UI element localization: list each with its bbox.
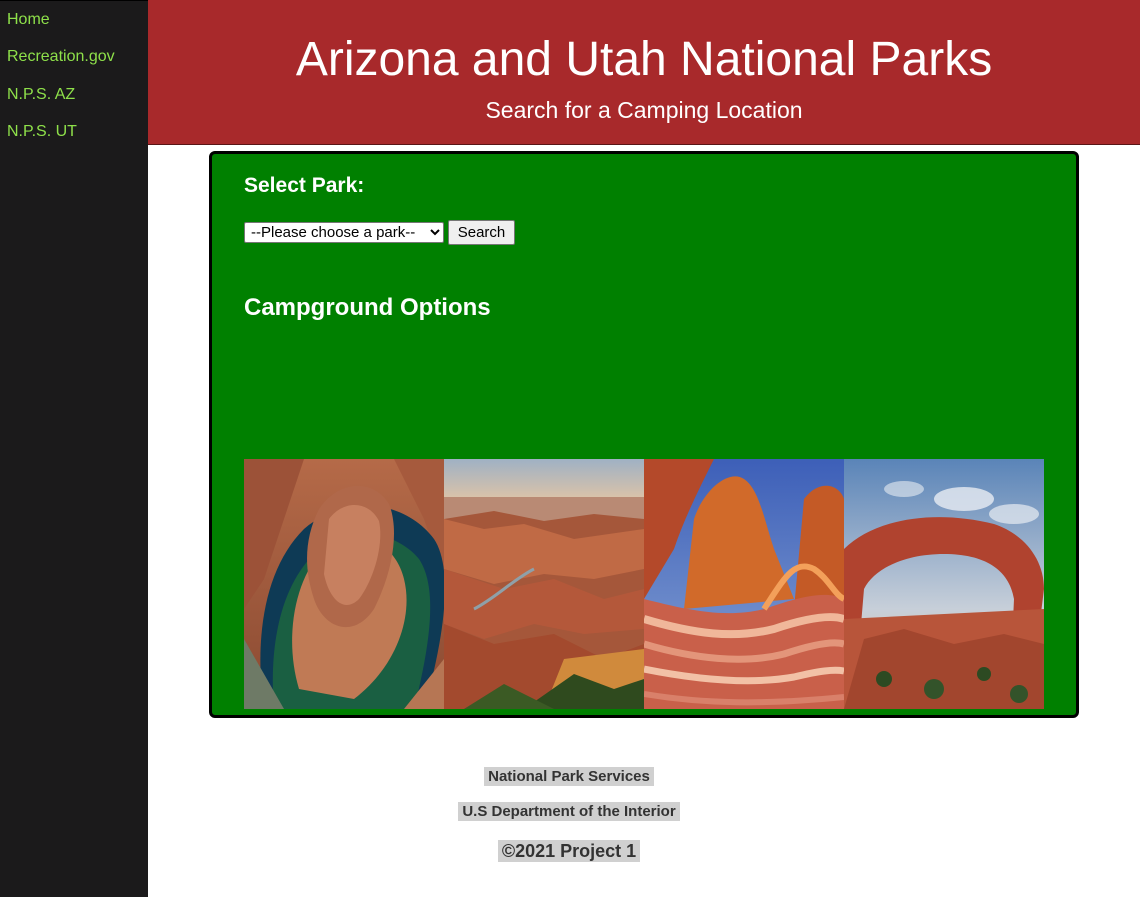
footer-agency-text: National Park Services (484, 767, 654, 786)
select-park-heading: Select Park: (244, 174, 365, 197)
sidebar-item-recreation-gov[interactable]: Recreation.gov (7, 48, 115, 66)
arch-photo (844, 459, 1044, 709)
campground-options-heading: Campground Options (244, 294, 491, 321)
footer-department-text: U.S Department of the Interior (458, 802, 680, 821)
park-select[interactable]: --Please choose a park-- (244, 222, 444, 243)
footer-copyright: ©2021 Project 1 (148, 840, 990, 862)
sidebar-item-nps-az[interactable]: N.P.S. AZ (7, 86, 75, 104)
page-header: Arizona and Utah National Parks Search f… (148, 0, 1140, 145)
photo-gallery (244, 459, 1044, 709)
grand-canyon-photo (444, 459, 644, 709)
horseshoe-bend-photo (244, 459, 444, 709)
footer-copyright-text: ©2021 Project 1 (497, 840, 641, 862)
sidebar-item-nps-ut[interactable]: N.P.S. UT (7, 123, 77, 141)
sidebar: Home Recreation.gov N.P.S. AZ N.P.S. UT (0, 0, 148, 897)
footer-agency: National Park Services (148, 767, 990, 786)
sidebar-item-home[interactable]: Home (7, 11, 50, 29)
page-subtitle: Search for a Camping Location (485, 97, 803, 123)
page: Home Recreation.gov N.P.S. AZ N.P.S. UT … (0, 0, 1140, 897)
the-wave-photo (644, 459, 844, 709)
page-title: Arizona and Utah National Parks (295, 33, 993, 86)
search-button[interactable]: Search (448, 220, 515, 245)
footer-department: U.S Department of the Interior (148, 802, 990, 821)
search-panel: Select Park: --Please choose a park-- Se… (209, 151, 1079, 718)
